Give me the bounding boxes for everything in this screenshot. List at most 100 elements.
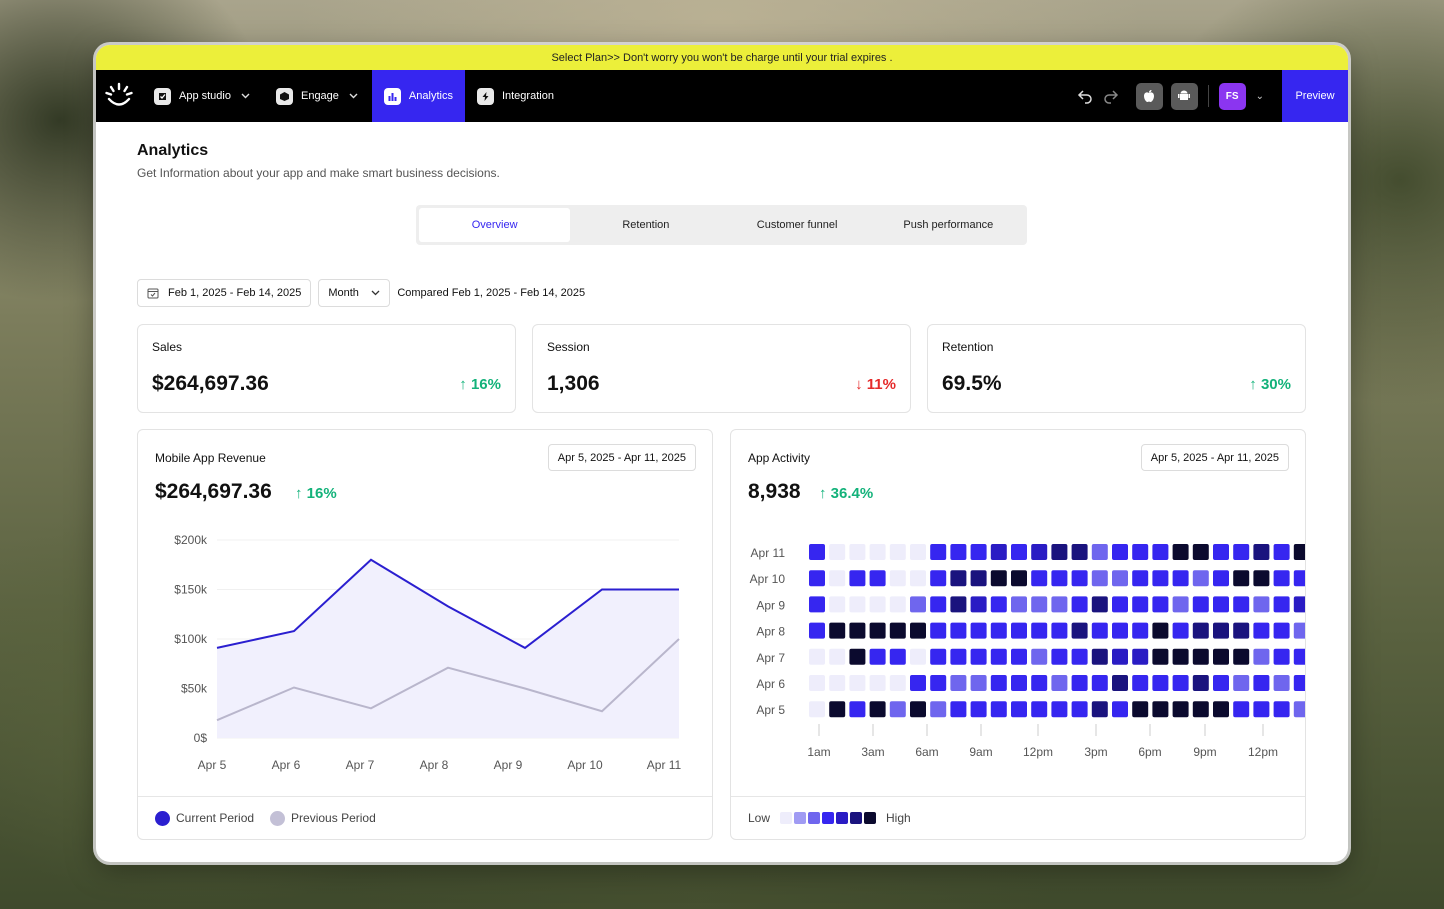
tab-push-performance[interactable]: Push performance xyxy=(873,208,1024,242)
heat-cell xyxy=(910,701,926,718)
heat-cell xyxy=(1132,622,1149,639)
x-tick-label: 6pm xyxy=(1138,745,1161,759)
heat-cell xyxy=(1213,701,1229,718)
lightning-icon xyxy=(476,87,494,105)
heat-cell xyxy=(1253,701,1270,718)
logo[interactable] xyxy=(96,70,142,122)
heat-cell xyxy=(1051,701,1068,718)
puzzle-icon xyxy=(154,87,171,105)
kpi-change-value: 11% xyxy=(866,376,896,393)
nav-item-app-studio[interactable]: App studio xyxy=(142,70,264,122)
heat-cell xyxy=(889,622,906,639)
kpi-change: ↑ 16% xyxy=(459,376,501,393)
heat-cell xyxy=(1031,648,1048,665)
x-tick-label: Apr 11 xyxy=(647,758,682,772)
heat-cell xyxy=(889,648,906,665)
heat-cell xyxy=(809,570,825,587)
kpi-card-session: Session 1,306 ↓ 11% xyxy=(532,324,911,413)
nav-item-engage[interactable]: Engage xyxy=(264,70,372,122)
heat-cell xyxy=(1293,675,1305,691)
kpi-value: 1,306 xyxy=(547,372,600,395)
heat-cell xyxy=(970,622,987,639)
heat-cell xyxy=(1293,544,1305,560)
heat-cell xyxy=(1253,648,1270,665)
date-range-picker[interactable]: Feb 1, 2025 - Feb 14, 2025 xyxy=(137,279,312,307)
activity-title: App Activity xyxy=(748,451,811,465)
android-icon[interactable] xyxy=(1170,82,1198,110)
heat-cell xyxy=(829,596,846,613)
heat-cell xyxy=(1172,570,1189,587)
heat-cell xyxy=(1172,675,1189,691)
tab-customer-funnel[interactable]: Customer funnel xyxy=(722,208,873,242)
x-tick-label: Apr 9 xyxy=(494,758,523,772)
heat-cell xyxy=(1293,596,1305,613)
current-period-area xyxy=(217,559,679,738)
undo-icon[interactable] xyxy=(1076,88,1094,104)
heat-cell xyxy=(910,596,926,613)
heat-cell xyxy=(1273,622,1290,639)
legend-current-label: Current Period xyxy=(176,811,255,825)
heat-cell xyxy=(910,570,926,587)
apple-icon[interactable] xyxy=(1135,82,1163,110)
revenue-date-picker[interactable]: Apr 5, 2025 - Apr 11, 2025 xyxy=(547,444,696,471)
nav-item-analytics[interactable]: Analytics xyxy=(371,70,465,122)
heat-cell xyxy=(1233,648,1250,665)
heat-cell xyxy=(930,648,947,665)
activity-change-value: 36.4% xyxy=(830,485,874,502)
heat-cell xyxy=(950,596,967,613)
kpi-label: Session xyxy=(547,340,590,354)
cube-icon xyxy=(275,87,293,105)
heat-cell xyxy=(869,701,886,718)
activity-heatmap: Apr 11 Apr 10 Apr 9 Apr 8 Apr 7 Apr 6 Apr 5 1am… xyxy=(750,544,1305,759)
heat-cell xyxy=(1071,622,1088,639)
y-tick-label: $150k xyxy=(174,583,208,597)
heat-cell xyxy=(1051,675,1068,691)
kpi-label: Sales xyxy=(152,340,183,354)
row-label: Apr 8 xyxy=(756,625,785,639)
redo-icon[interactable] xyxy=(1102,88,1120,104)
heat-cell xyxy=(1293,622,1305,639)
x-tick-label: 6am xyxy=(915,745,938,759)
y-tick-label: 0$ xyxy=(194,731,208,745)
preview-button[interactable]: Preview xyxy=(1282,70,1348,122)
heat-cell xyxy=(869,596,886,613)
kpi-change: ↓ 11% xyxy=(855,376,896,393)
avatar[interactable]: FS xyxy=(1218,82,1246,110)
heat-scale-swatch xyxy=(836,812,849,824)
heat-cell xyxy=(1051,544,1068,560)
heat-cell xyxy=(1152,675,1169,691)
kpi-value: $264,697.36 xyxy=(152,372,269,395)
heat-cell xyxy=(970,701,987,718)
activity-date-picker[interactable]: Apr 5, 2025 - Apr 11, 2025 xyxy=(1140,444,1289,471)
heat-cell xyxy=(1152,570,1169,587)
nav-item-label: Engage xyxy=(300,90,339,102)
heat-cell xyxy=(1051,596,1068,613)
heat-cell xyxy=(1192,701,1209,718)
heat-cell xyxy=(1293,570,1305,587)
heat-scale-swatch xyxy=(794,812,807,824)
heat-cell xyxy=(1091,596,1108,613)
heat-cell xyxy=(1112,570,1128,587)
heat-cell xyxy=(1011,544,1027,560)
heat-cell xyxy=(1233,622,1250,639)
kpi-card-retention: Retention 69.5% ↑ 30% xyxy=(927,324,1306,413)
heat-cell xyxy=(950,622,967,639)
heat-cell xyxy=(950,570,967,587)
heat-cell xyxy=(829,648,846,665)
revenue-value: $264,697.36 xyxy=(155,480,272,503)
heat-cell xyxy=(990,648,1007,665)
trial-banner[interactable]: Select Plan>> Don't worry you won't be c… xyxy=(96,45,1348,70)
row-label: Apr 10 xyxy=(750,572,786,586)
chevron-down-icon[interactable]: ⌄ xyxy=(1256,91,1264,102)
period-select[interactable]: Month xyxy=(318,279,391,307)
trial-banner-text[interactable]: Select Plan>> Don't worry you won't be c… xyxy=(551,52,892,64)
nav-item-integration[interactable]: Integration xyxy=(465,70,566,122)
heat-cell xyxy=(1071,648,1088,665)
row-label: Apr 9 xyxy=(756,598,785,612)
tab-retention[interactable]: Retention xyxy=(570,208,721,242)
heat-cell xyxy=(1011,596,1027,613)
heat-cell xyxy=(869,570,886,587)
heat-cell xyxy=(990,675,1007,691)
tab-overview[interactable]: Overview xyxy=(419,208,571,242)
heat-cell xyxy=(1273,570,1290,587)
